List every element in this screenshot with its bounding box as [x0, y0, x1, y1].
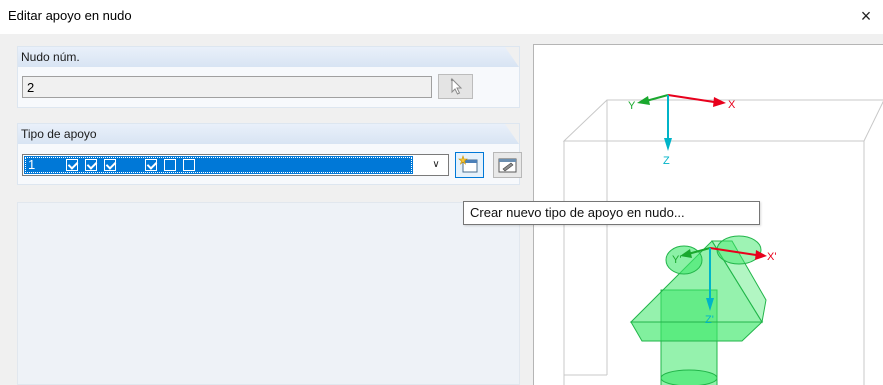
local-x-label: X'	[767, 251, 776, 263]
new-support-type-tooltip: Crear nuevo tipo de apoyo en nudo...	[463, 201, 760, 225]
window-title: Editar apoyo en nudo	[8, 8, 132, 23]
support-3d-model	[629, 235, 767, 385]
support-type-number: 1	[28, 157, 36, 172]
restraint-phix-checkbox	[145, 159, 157, 171]
restraint-uz-checkbox	[104, 159, 116, 171]
global-axes: X Y Z	[628, 94, 736, 167]
new-support-type-button[interactable]	[455, 152, 484, 178]
chevron-down-icon[interactable]: ∨	[424, 155, 448, 175]
node-group: Nudo núm. 2	[17, 46, 520, 108]
title-bar: Editar apoyo en nudo ×	[0, 0, 883, 34]
global-x-label: X	[728, 99, 736, 111]
global-y-label: Y	[628, 100, 636, 112]
support-type-group: Tipo de apoyo 1 ∨	[17, 123, 522, 185]
local-z-label: Z'	[705, 314, 714, 326]
node-group-label: Nudo núm.	[18, 47, 519, 67]
restraint-phiy-checkbox	[164, 159, 176, 171]
global-z-label: Z	[663, 155, 670, 167]
restraint-uy-checkbox	[85, 159, 97, 171]
restraint-phiz-checkbox	[183, 159, 195, 171]
support-type-label: Tipo de apoyo	[18, 124, 519, 144]
node-number-field[interactable]: 2	[22, 76, 432, 98]
restraint-ux-checkbox	[66, 159, 78, 171]
support-type-dropdown[interactable]: 1 ∨	[22, 154, 449, 176]
select-node-icon	[450, 77, 463, 95]
close-icon[interactable]: ×	[855, 5, 877, 27]
support-type-selected: 1	[24, 156, 413, 174]
edit-support-type-icon	[498, 158, 517, 173]
edit-support-type-button[interactable]	[493, 152, 522, 178]
details-panel	[17, 202, 520, 385]
new-support-type-icon	[458, 155, 478, 173]
pick-node-button[interactable]	[438, 74, 473, 99]
local-y-label: Y'	[672, 254, 681, 266]
